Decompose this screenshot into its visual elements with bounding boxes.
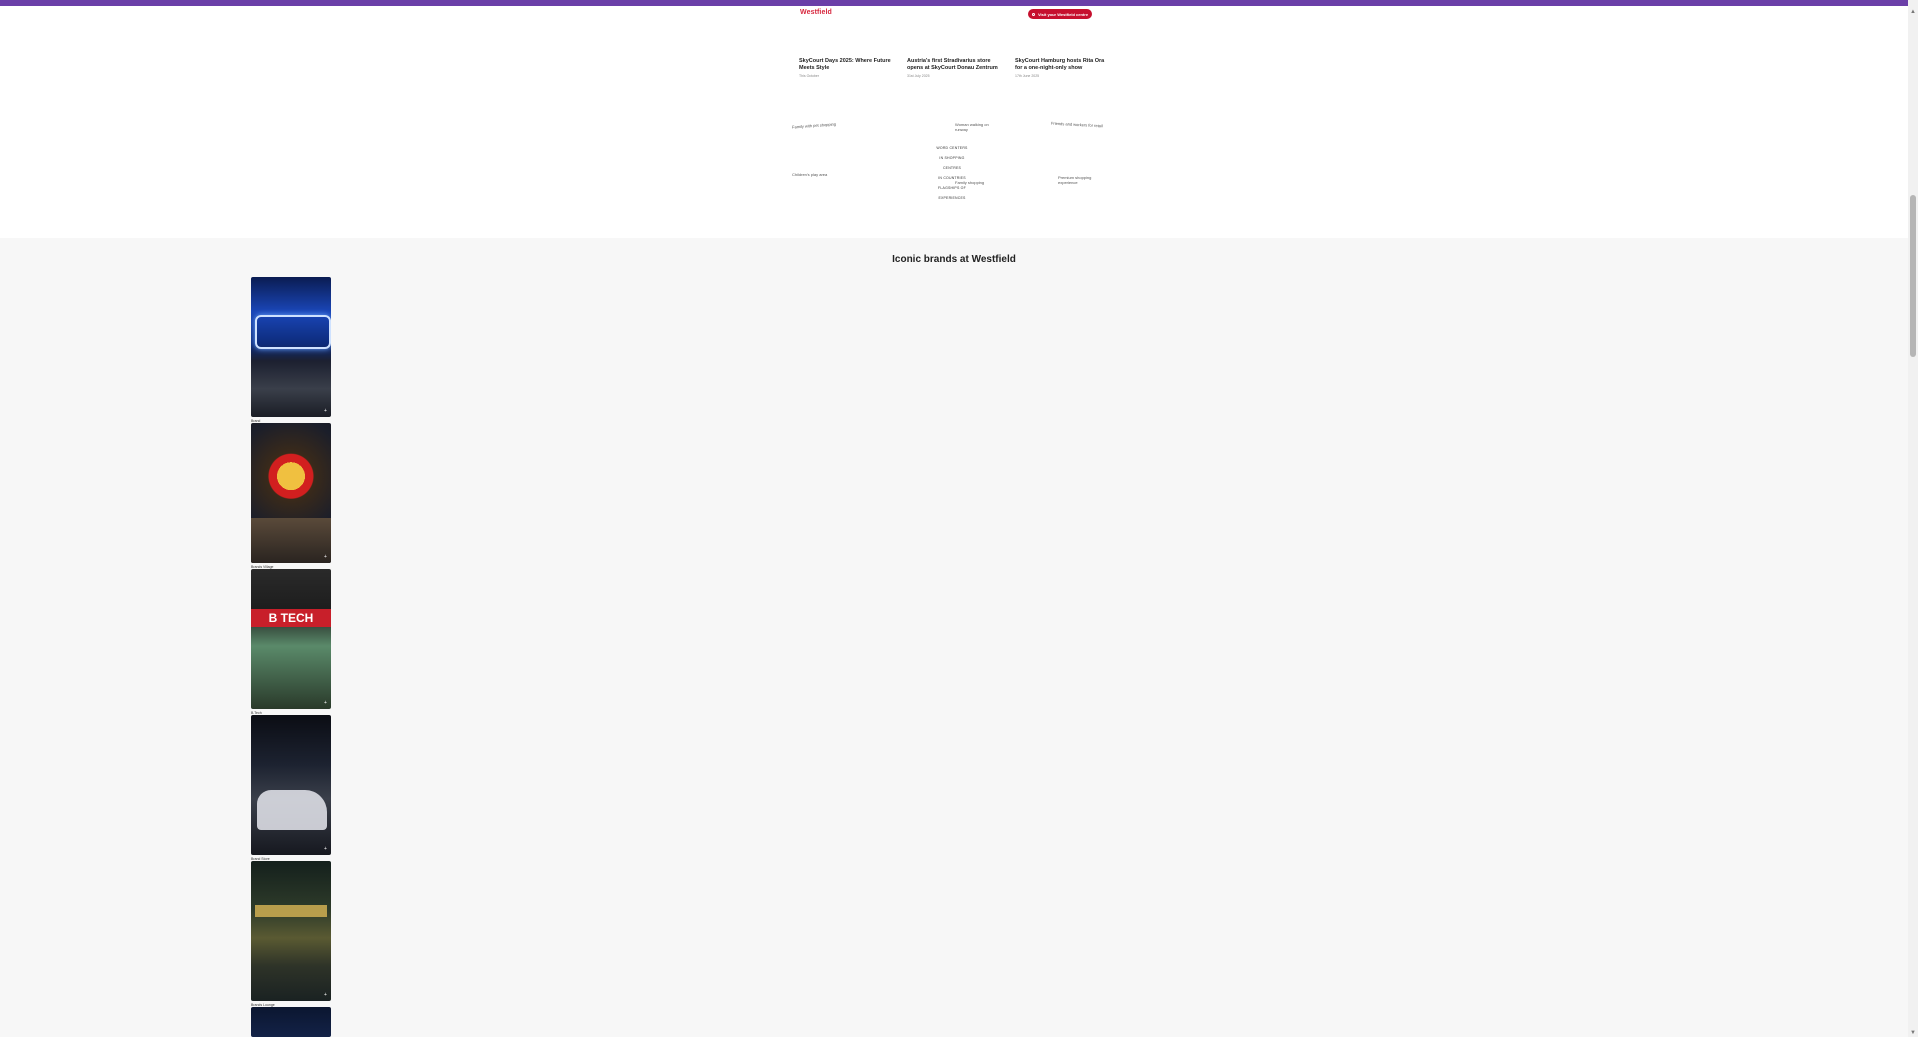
scrollbar-thumb[interactable] — [1910, 195, 1916, 357]
brands-heading: Iconic brands at Westfield — [892, 254, 1016, 265]
plus-icon[interactable]: + — [323, 993, 328, 998]
news-card[interactable]: SkyCourt Hamburg hosts Rita Ora for a on… — [1015, 58, 1111, 78]
chevron-up-icon[interactable]: ▲ — [1909, 9, 1917, 15]
news-date: 17th June 2025 — [1015, 74, 1040, 78]
brand-card[interactable]: + Brand — [251, 277, 331, 423]
top-accent-bar — [0, 0, 1918, 6]
scrollbar[interactable] — [1908, 0, 1918, 1037]
brand-image: + — [251, 277, 331, 417]
news-date: This October — [799, 74, 820, 78]
plus-icon[interactable]: + — [323, 555, 328, 560]
stat-label: CENTRES — [942, 166, 962, 170]
storefront-graphic — [251, 518, 331, 563]
brand-image: + — [251, 423, 331, 563]
stat-label: IN SHOPPING — [939, 156, 965, 160]
stat-label: EXPERIENCES — [938, 196, 966, 200]
brand-card[interactable] — [251, 1007, 331, 1037]
stat-label: IN COUNTRIES — [938, 176, 966, 180]
news-title: SkyCourt Days 2025: Where Future Meets S… — [799, 58, 891, 71]
brand-card[interactable]: + Brands Village — [251, 423, 331, 569]
news-card[interactable]: Austria's first Stradivarius store opens… — [907, 58, 1003, 78]
news-card[interactable]: SkyCourt Days 2025: Where Future Meets S… — [799, 58, 895, 78]
visit-centre-button[interactable]: Visit your Westfield centre — [1028, 9, 1092, 19]
brand-image: + — [251, 715, 331, 855]
stats-list: WORD CENTERS IN SHOPPING CENTRES IN COUN… — [930, 143, 974, 203]
chevron-down-icon[interactable]: ▼ — [1909, 1030, 1917, 1036]
stat-label: FLAGSHIPS OF — [938, 186, 966, 190]
plus-icon[interactable]: + — [323, 409, 328, 414]
news-date: 31st July 2025 — [907, 74, 930, 78]
westfield-logo[interactable]: Westfield — [800, 9, 832, 16]
plus-icon[interactable]: + — [323, 701, 328, 706]
brand-card[interactable]: + Brand Store — [251, 715, 331, 861]
news-title: SkyCourt Hamburg hosts Rita Ora for a on… — [1015, 58, 1105, 71]
broken-image-children: Children's play area — [792, 172, 828, 177]
plus-icon[interactable]: + — [323, 847, 328, 852]
store-sign-graphic — [255, 905, 327, 917]
brand-card[interactable]: B TECH + B.Tech — [251, 569, 331, 715]
broken-image-family: Family with pet shopping — [791, 121, 837, 130]
neon-sign-graphic — [255, 315, 331, 349]
car-graphic — [257, 790, 327, 830]
brand-card[interactable]: + Brands Lounge — [251, 861, 331, 1007]
broken-image-premium: Premium shopping experience — [1058, 175, 1092, 185]
broken-image-friends: Friends and workers for retail — [1050, 120, 1103, 129]
broken-image-woman: Woman walking on runway — [955, 122, 989, 132]
brand-image: B TECH + — [251, 569, 331, 709]
stat-label: WORD CENTERS — [936, 146, 968, 150]
news-title: Austria's first Stradivarius store opens… — [907, 58, 998, 71]
store-sign: B TECH — [251, 609, 331, 627]
location-pin-icon — [1031, 12, 1035, 16]
brand-image — [251, 1007, 331, 1037]
brand-image: + — [251, 861, 331, 1001]
visit-centre-label: Visit your Westfield centre — [1037, 11, 1089, 17]
